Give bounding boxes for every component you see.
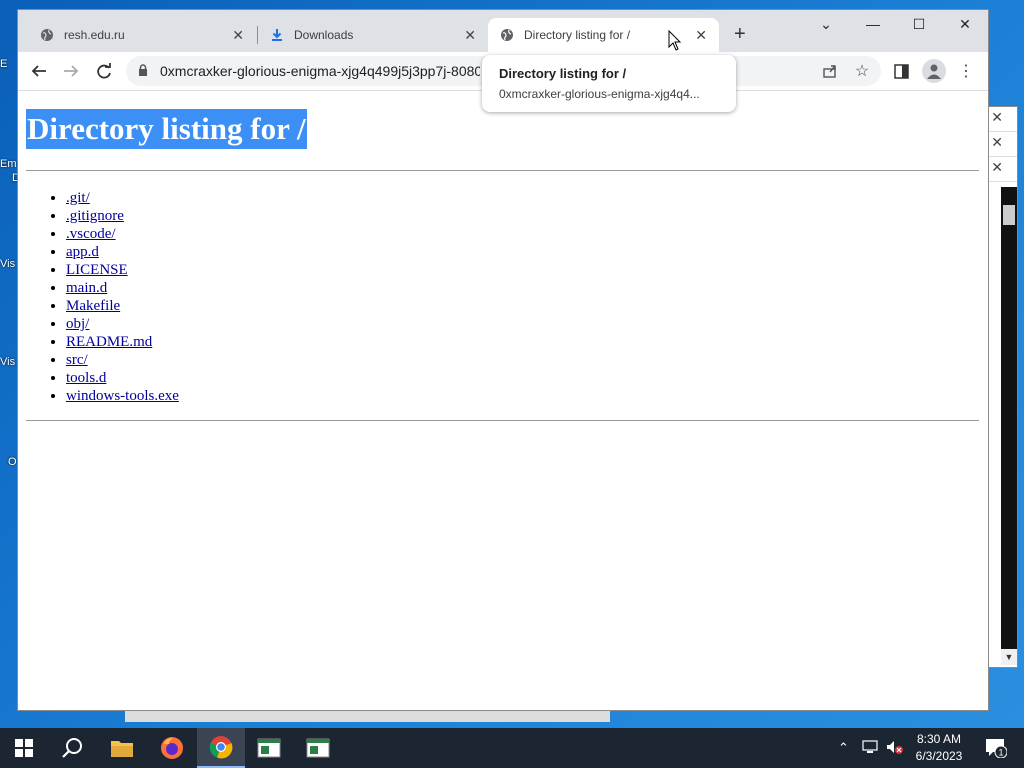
network-icon[interactable] (862, 740, 878, 757)
list-item: Makefile (66, 297, 179, 315)
start-button[interactable] (0, 728, 48, 768)
list-item: src/ (66, 351, 179, 369)
page-heading: Directory listing for / (26, 109, 307, 149)
list-item: .gitignore (66, 207, 179, 225)
close-window-button[interactable]: ✕ (953, 16, 977, 33)
tab-title: resh.edu.ru (64, 28, 125, 42)
file-explorer-icon[interactable] (98, 728, 146, 768)
desktop-icon-label[interactable]: Em (0, 158, 18, 170)
hover-card-title: Directory listing for / (499, 66, 627, 81)
file-link[interactable]: .git/ (66, 190, 90, 206)
background-window: ✕ ✕ ✕ ▼ (986, 106, 1018, 668)
globe-icon (40, 28, 54, 42)
close-tab-icon[interactable]: ✕ (695, 27, 707, 44)
notification-count: 1 (998, 748, 1003, 758)
file-link[interactable]: windows-tools.exe (66, 388, 179, 404)
tab-downloads[interactable]: Downloads ✕ (248, 18, 488, 52)
tab-title: Downloads (294, 28, 354, 42)
background-row: ✕ (987, 132, 1017, 157)
file-link[interactable]: .vscode/ (66, 226, 116, 242)
close-tab-icon[interactable]: ✕ (232, 27, 244, 44)
file-link[interactable]: .gitignore (66, 208, 124, 224)
volume-muted-icon[interactable] (886, 740, 904, 757)
search-icon[interactable] (48, 728, 96, 768)
app-window-icon[interactable] (294, 728, 342, 768)
tab-hover-card: Directory listing for / 0xmcraxker-glori… (482, 55, 736, 112)
list-item: obj/ (66, 315, 179, 333)
globe-icon (500, 28, 514, 42)
page-content: Directory listing for / .git/ .gitignore… (18, 91, 988, 710)
clock-time: 8:30 AM (916, 732, 962, 746)
chevron-up-icon[interactable]: ⌃ (838, 740, 849, 756)
background-scrollbar[interactable]: ▼ (1001, 187, 1017, 665)
divider (26, 420, 979, 421)
background-row: ✕ (987, 157, 1017, 182)
system-clock[interactable]: 8:30 AM 6/3/2023 (906, 731, 972, 765)
desktop-icon-label[interactable]: Vis (0, 258, 18, 270)
close-tab-icon[interactable]: ✕ (464, 27, 476, 44)
file-link[interactable]: Makefile (66, 298, 120, 314)
hover-card-url: 0xmcraxker-glorious-enigma-xjg4q4... (499, 87, 700, 101)
list-item: .git/ (66, 189, 179, 207)
divider (26, 170, 979, 171)
file-link[interactable]: tools.d (66, 370, 106, 386)
firefox-icon[interactable] (148, 728, 196, 768)
file-list: .git/ .gitignore .vscode/ app.d LICENSE … (26, 189, 179, 405)
minimize-button[interactable]: — (861, 16, 885, 32)
lock-icon[interactable] (138, 64, 148, 79)
file-link[interactable]: app.d (66, 244, 99, 260)
close-icon[interactable]: ✕ (991, 134, 1003, 151)
forward-button[interactable] (61, 61, 81, 81)
close-icon[interactable]: ✕ (991, 159, 1003, 176)
maximize-button[interactable]: ☐ (907, 16, 931, 33)
more-menu-icon[interactable]: ⋮ (956, 61, 976, 81)
chrome-icon[interactable] (197, 728, 245, 768)
app-window-icon[interactable] (245, 728, 293, 768)
side-panel-icon[interactable] (891, 61, 911, 81)
notification-center-icon[interactable]: 1 (976, 728, 1016, 768)
file-link[interactable]: obj/ (66, 316, 89, 332)
list-item: main.d (66, 279, 179, 297)
list-item: windows-tools.exe (66, 387, 179, 405)
file-link[interactable]: LICENSE (66, 262, 128, 278)
list-item: .vscode/ (66, 225, 179, 243)
tab-resh[interactable]: resh.edu.ru ✕ (18, 18, 256, 52)
file-link[interactable]: README.md (66, 334, 152, 350)
profile-avatar-icon[interactable] (922, 59, 946, 83)
scrollbar-thumb[interactable] (1003, 205, 1015, 225)
share-icon[interactable] (820, 61, 840, 81)
desktop-icon-label[interactable]: Vis (0, 356, 18, 368)
list-item: LICENSE (66, 261, 179, 279)
browser-window: resh.edu.ru ✕ Downloads ✕ Directory list… (18, 10, 988, 710)
background-window-edge (125, 708, 610, 722)
close-icon[interactable]: ✕ (991, 109, 1003, 126)
list-item: app.d (66, 243, 179, 261)
background-row: ✕ (987, 107, 1017, 132)
desktop-icon-label[interactable]: E (0, 58, 18, 70)
tab-search-icon[interactable]: ⌄ (814, 16, 838, 33)
bookmark-star-icon[interactable]: ☆ (852, 61, 872, 81)
reload-button[interactable] (94, 61, 114, 81)
file-link[interactable]: main.d (66, 280, 107, 296)
tab-strip: resh.edu.ru ✕ Downloads ✕ Directory list… (18, 10, 988, 52)
taskbar: ⌃ 8:30 AM 6/3/2023 1 (0, 728, 1024, 768)
list-item: README.md (66, 333, 179, 351)
mouse-cursor-icon (668, 29, 682, 57)
url-text[interactable]: 0xmcraxker-glorious-enigma-xjg4q499j5j3p… (160, 63, 480, 79)
scroll-down-icon[interactable]: ▼ (1001, 649, 1017, 665)
tab-title: Directory listing for / (524, 28, 631, 42)
tab-directory-listing[interactable]: Directory listing for / ✕ (488, 18, 719, 52)
file-link[interactable]: src/ (66, 352, 88, 368)
back-button[interactable] (29, 61, 49, 81)
new-tab-button[interactable]: + (734, 24, 746, 44)
list-item: tools.d (66, 369, 179, 387)
clock-date: 6/3/2023 (915, 749, 963, 763)
download-icon (270, 28, 284, 42)
